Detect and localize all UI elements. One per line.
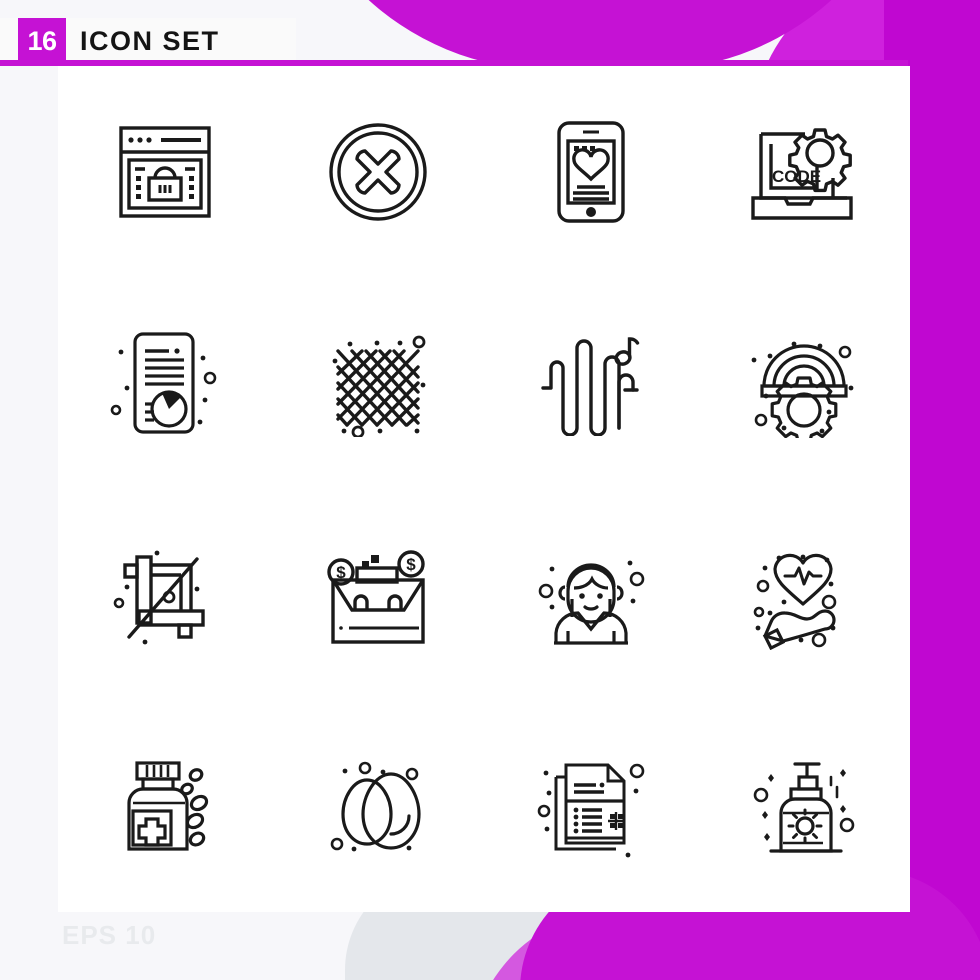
icon-cell-8[interactable] <box>697 278 910 490</box>
icon-cell-3[interactable] <box>484 66 697 278</box>
icon-cell-16[interactable] <box>697 701 910 913</box>
close-circle-icon <box>328 123 427 221</box>
header-accent-line <box>0 60 908 66</box>
medicine-bottle-pills-icon <box>126 761 208 851</box>
eps-format-label: EPS 10 <box>62 920 157 950</box>
eggs-icon <box>330 761 421 852</box>
icon-cell-6[interactable] <box>271 278 484 490</box>
icon-cell-14[interactable] <box>271 701 484 913</box>
mesh-net-icon <box>332 335 425 438</box>
icon-cell-7[interactable] <box>484 278 697 490</box>
icon-cell-9[interactable] <box>58 489 271 701</box>
icon-grid: CODE $ $ <box>58 66 910 912</box>
icon-cell-15[interactable] <box>484 701 697 913</box>
icon-cell-5[interactable] <box>58 278 271 490</box>
icon-cell-13[interactable] <box>58 701 271 913</box>
invoice-documents-icon <box>537 763 644 858</box>
soap-dispenser-icon <box>753 762 854 853</box>
laptop-code-text: CODE <box>772 167 821 186</box>
crop-tool-icon <box>113 550 205 645</box>
icon-cell-2[interactable] <box>271 66 484 278</box>
icon-cell-12[interactable] <box>697 489 910 701</box>
briefcase-dollar-right-text: $ <box>406 555 416 574</box>
hand-heart-care-icon <box>753 553 836 650</box>
mobile-heart-icon <box>556 121 625 223</box>
background-blob-bottom-light <box>470 910 980 980</box>
user-avatar-woman-icon <box>538 560 644 645</box>
icon-count-badge: 16 <box>18 18 66 64</box>
rainbow-gear-icon <box>751 341 853 439</box>
icon-cell-1[interactable] <box>58 66 271 278</box>
web-security-lock-icon <box>118 126 211 218</box>
laptop-code-gear-icon: CODE <box>750 128 853 220</box>
briefcase-dollar-left-text: $ <box>336 563 346 582</box>
audio-waveform-music-icon <box>540 337 639 437</box>
icon-cell-4[interactable]: CODE <box>697 66 910 278</box>
report-pie-chart-icon <box>110 332 216 434</box>
icon-cell-11[interactable] <box>484 489 697 701</box>
briefcase-dollar-icon: $ $ <box>326 550 425 644</box>
icon-cell-10[interactable]: $ $ <box>271 489 484 701</box>
page-title: ICON SET <box>80 26 220 56</box>
poster-stage: 16 ICON SET CODE $ $ EPS 10 <box>0 0 980 980</box>
